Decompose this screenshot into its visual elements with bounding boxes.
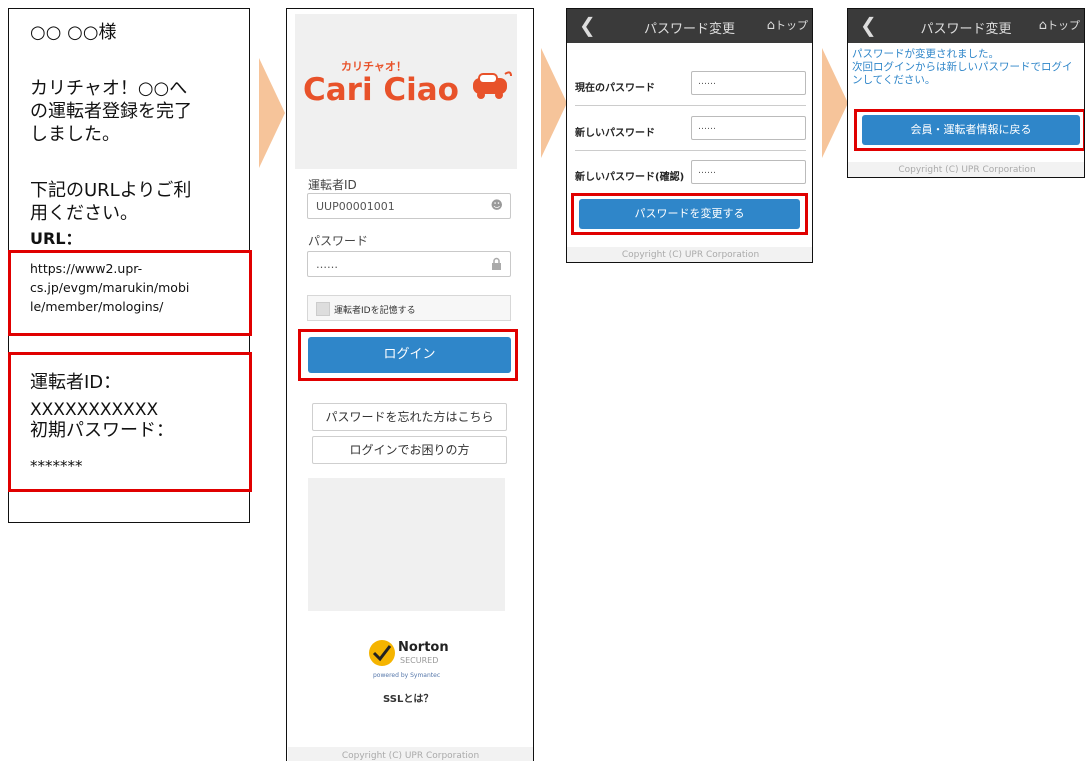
- checkmark-icon: [369, 640, 395, 666]
- norton-badge[interactable]: Norton SECURED powered by Symantec: [367, 630, 451, 686]
- password-changed-navbar: ❮ パスワード変更 ⌂トップ: [848, 9, 1084, 43]
- password-changed-screen: ❮ パスワード変更 ⌂トップ パスワードが変更されました。 次回ログインからは新…: [847, 8, 1085, 178]
- email-url-label: URL：: [30, 229, 82, 248]
- home-label: トップ: [1047, 19, 1080, 32]
- driver-id-input[interactable]: UUP00001001 ☻: [307, 193, 511, 219]
- email-id-label: 運転者ID：: [30, 372, 122, 393]
- flow-arrow-2-icon: [541, 48, 567, 158]
- confirm-password-input[interactable]: ……: [691, 160, 806, 184]
- current-password-label: 現在のパスワード: [575, 83, 655, 94]
- change-password-navbar: ❮ パスワード変更 ⌂トップ: [567, 9, 812, 43]
- new-password-input[interactable]: ……: [691, 116, 806, 140]
- user-icon: ☻: [490, 198, 503, 212]
- password-label: パスワード: [308, 234, 369, 248]
- success-message-3: ンしてください。: [852, 74, 936, 86]
- flow-arrow-1-icon: [259, 58, 285, 168]
- success-message-1: パスワードが変更されました。: [852, 48, 999, 60]
- email-line-3: しました。: [30, 124, 120, 145]
- home-button[interactable]: ⌂トップ: [1039, 17, 1080, 33]
- login-button[interactable]: ログイン: [308, 337, 511, 373]
- password-value: ……: [316, 258, 338, 271]
- email-url-line-3[interactable]: le/member/mologins/: [30, 297, 163, 316]
- confirm-password-label: 新しいパスワード(確認): [575, 172, 685, 183]
- divider: [575, 105, 806, 106]
- divider: [575, 150, 806, 151]
- back-to-member-info-button[interactable]: 会員・運転者情報に戻る: [862, 115, 1080, 145]
- new-password-label: 新しいパスワード: [575, 128, 655, 139]
- email-id-value: XXXXXXXXXXX: [30, 400, 159, 420]
- email-line-5: 用ください。: [30, 203, 138, 224]
- logo-area: カリチャオ！ Cari Ciao: [295, 14, 517, 169]
- email-pw-label: 初期パスワード：: [30, 420, 174, 441]
- change-password-button[interactable]: パスワードを変更する: [579, 199, 800, 229]
- home-icon: ⌂: [1038, 18, 1047, 33]
- remember-id-row[interactable]: 運転者IDを記憶する: [307, 295, 511, 321]
- remember-id-checkbox[interactable]: [316, 302, 330, 316]
- login-copyright: Copyright (C) UPR Corporation: [288, 747, 533, 761]
- email-url-line-1[interactable]: https://www2.upr-: [30, 259, 142, 278]
- success-message-2: 次回ログインからは新しいパスワードでログイ: [852, 61, 1073, 73]
- car-logo-icon: [473, 71, 512, 99]
- forgot-password-button[interactable]: パスワードを忘れた方はこちら: [312, 403, 507, 431]
- norton-powered: powered by Symantec: [373, 672, 441, 679]
- norton-secured: SECURED: [400, 656, 439, 665]
- change-password-copyright: Copyright (C) UPR Corporation: [567, 247, 812, 262]
- ad-placeholder: [308, 478, 505, 611]
- driver-id-label: 運転者ID: [308, 178, 357, 192]
- email-line-1: カリチャオ！○○へ: [30, 78, 188, 99]
- login-help-button[interactable]: ログインでお困りの方: [312, 436, 507, 464]
- email-pw-value: *******: [30, 457, 83, 475]
- current-password-input[interactable]: ……: [691, 71, 806, 95]
- password-input[interactable]: ……: [307, 251, 511, 277]
- password-changed-copyright: Copyright (C) UPR Corporation: [848, 162, 1084, 177]
- flow-arrow-3-icon: [822, 48, 848, 158]
- ssl-link[interactable]: SSLとは？: [383, 690, 433, 705]
- email-url-line-2[interactable]: cs.jp/evgm/marukin/mobi: [30, 278, 189, 297]
- home-label: トップ: [775, 19, 808, 32]
- email-line-4: 下記のURLよりご利: [30, 180, 192, 201]
- change-password-screen: ❮ パスワード変更 ⌂トップ 現在のパスワード …… 新しいパスワード …… 新…: [566, 8, 813, 263]
- norton-title: Norton: [398, 640, 449, 655]
- home-button[interactable]: ⌂トップ: [767, 17, 808, 33]
- email-greeting: ○○ ○○様: [30, 22, 117, 43]
- driver-id-value: UUP00001001: [316, 200, 395, 213]
- email-line-2: の運転者登録を完了: [30, 101, 192, 122]
- home-icon: ⌂: [766, 18, 775, 33]
- remember-id-label: 運転者IDを記憶する: [334, 306, 416, 316]
- lock-icon: [492, 257, 501, 270]
- logo-main-text: Cari Ciao: [303, 72, 459, 108]
